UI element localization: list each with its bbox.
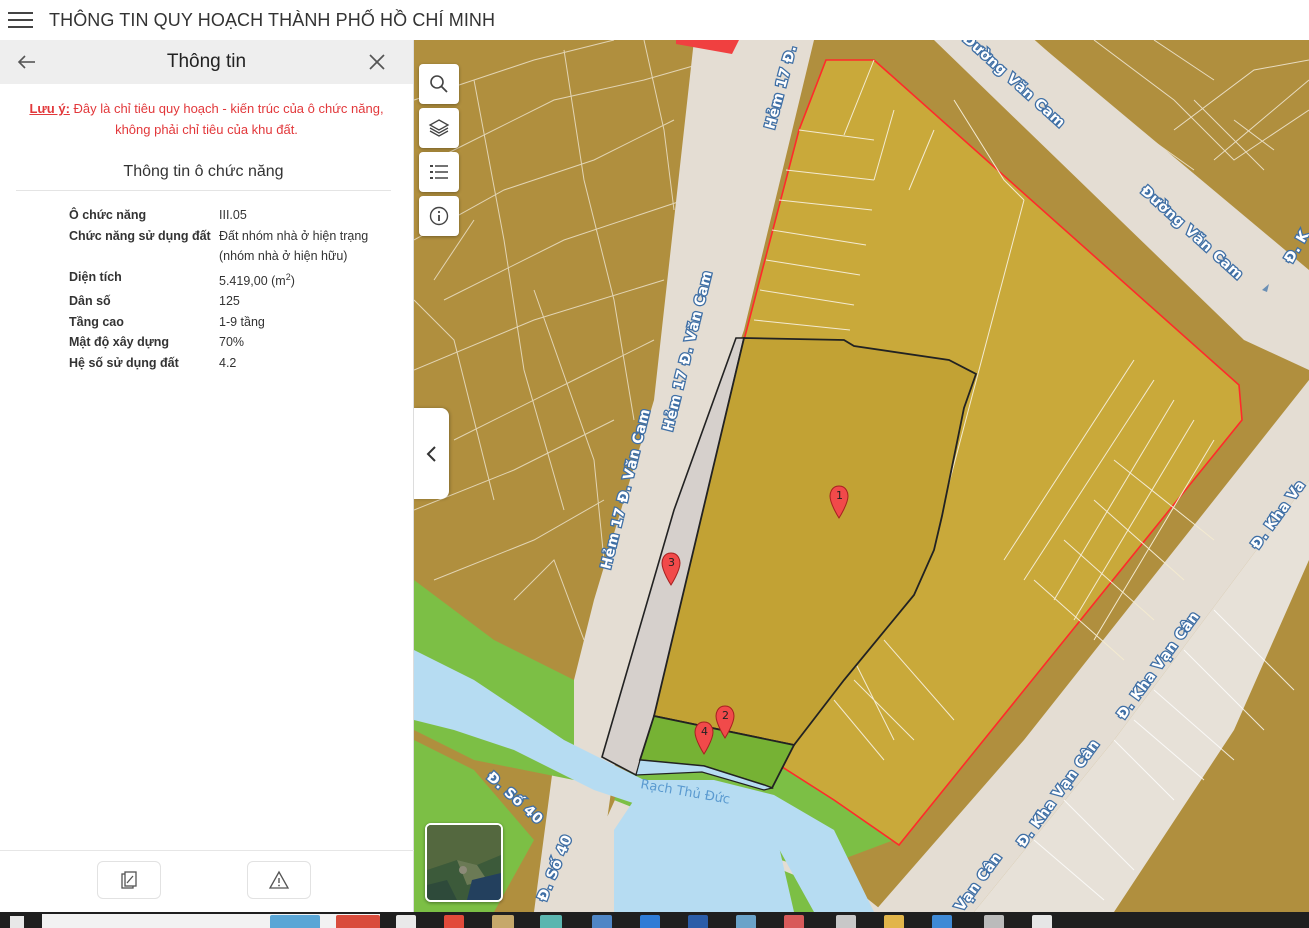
- row-value: 70%: [219, 335, 245, 350]
- taskbar-app-icon[interactable]: [444, 915, 464, 928]
- info-button[interactable]: [419, 196, 459, 236]
- row-value: 125: [219, 294, 240, 309]
- list-icon: [430, 165, 448, 179]
- panel-footer: [0, 850, 414, 912]
- taskbar-app-icon[interactable]: [688, 915, 708, 928]
- windows-start-icon[interactable]: [10, 916, 24, 928]
- taskbar-app-icon[interactable]: [836, 915, 856, 928]
- table-row: Diện tích 5.419,00 (m2): [0, 267, 413, 292]
- info-icon: [429, 206, 449, 226]
- taskbar-app-icon[interactable]: [1032, 915, 1052, 928]
- app-title: THÔNG TIN QUY HOẠCH THÀNH PHỐ HỒ CHÍ MIN…: [49, 9, 496, 30]
- row-label: Hệ số sử dụng đất: [69, 355, 179, 370]
- taskbar-app-icon[interactable]: [592, 915, 612, 928]
- taskbar-search-box[interactable]: [42, 914, 380, 928]
- layers-button[interactable]: [419, 108, 459, 148]
- map-view[interactable]: Hẻm 17 Đ. V Hẻm 17 Đ. Văn Cam Hẻm 17 Đ. …: [414, 40, 1309, 912]
- document-edit-icon: [121, 871, 137, 889]
- taskbar-app-icon[interactable]: [736, 915, 756, 928]
- taskbar-app-icon[interactable]: [396, 915, 416, 928]
- legend-button[interactable]: [419, 152, 459, 192]
- note-label: Lưu ý:: [29, 101, 70, 116]
- panel-header: Thông tin: [0, 40, 413, 84]
- search-button[interactable]: [419, 64, 459, 104]
- marker-4-label: 4: [701, 725, 708, 738]
- map-toolbar: [419, 64, 459, 236]
- row-value: 5.419,00 (m2): [219, 267, 389, 292]
- planning-note: Lưu ý: Đây là chỉ tiêu quy hoạch - kiến …: [0, 98, 413, 140]
- document-button[interactable]: [97, 861, 161, 899]
- menu-icon[interactable]: [0, 0, 40, 40]
- taskbar-app-icon[interactable]: [540, 915, 562, 928]
- table-row: Mật độ xây dựng 70%: [0, 332, 413, 353]
- collapse-panel-button[interactable]: [414, 408, 449, 499]
- row-value: 1-9 tầng: [219, 314, 265, 329]
- taskbar-app-icon[interactable]: [640, 915, 660, 928]
- info-table: Ô chức năng III.05 Chức năng sử dụng đất…: [0, 205, 413, 373]
- taskbar-app-icon[interactable]: [336, 915, 380, 928]
- marker-2-label: 2: [722, 709, 729, 722]
- area-value: 5.419,00 (m: [219, 273, 286, 288]
- map-canvas[interactable]: Hẻm 17 Đ. V Hẻm 17 Đ. Văn Cam Hẻm 17 Đ. …: [414, 40, 1309, 912]
- satellite-thumbnail: [427, 825, 501, 900]
- search-icon: [430, 75, 448, 93]
- row-label: Ô chức năng: [69, 208, 147, 222]
- section-title: Thông tin ô chức năng: [16, 163, 391, 191]
- table-row: Chức năng sử dụng đất Đất nhóm nhà ở hiệ…: [0, 226, 413, 267]
- row-label: Diện tích: [69, 269, 122, 284]
- row-value: III.05: [219, 208, 247, 222]
- row-value: Đất nhóm nhà ở hiện trạng (nhóm nhà ở hi…: [219, 228, 369, 264]
- chevron-left-icon: [426, 445, 436, 462]
- taskbar-app-icon[interactable]: [784, 915, 804, 928]
- back-arrow-icon[interactable]: [14, 50, 40, 74]
- panel-title: Thông tin: [166, 51, 247, 72]
- row-label: Mật độ xây dựng: [69, 335, 170, 350]
- table-row: Tầng cao 1-9 tầng: [0, 312, 413, 333]
- taskbar-app-icon[interactable]: [492, 915, 514, 928]
- table-row: Ô chức năng III.05: [0, 205, 413, 226]
- row-value: 4.2: [219, 355, 237, 370]
- layers-icon: [428, 119, 450, 137]
- row-label: Chức năng sử dụng đất: [69, 228, 211, 243]
- row-label: Tầng cao: [69, 314, 124, 329]
- area-suffix: ): [290, 273, 295, 288]
- taskbar-app-icon[interactable]: [270, 915, 320, 928]
- taskbar-app-icon[interactable]: [984, 915, 1004, 928]
- taskbar-app-icon[interactable]: [932, 915, 952, 928]
- row-label: Dân số: [69, 294, 111, 309]
- close-icon[interactable]: [365, 50, 389, 74]
- app-header: THÔNG TIN QUY HOẠCH THÀNH PHỐ HỒ CHÍ MIN…: [0, 0, 1309, 40]
- info-panel: Thông tin Lưu ý: Đây là chỉ tiêu quy hoạ…: [0, 40, 414, 912]
- table-row: Dân số 125: [0, 291, 413, 312]
- satellite-minimap-button[interactable]: [425, 823, 503, 902]
- taskbar-app-icon[interactable]: [884, 915, 904, 928]
- note-text-2: không phải chỉ tiêu của khu đất.: [115, 122, 298, 137]
- warning-icon: [268, 870, 290, 889]
- report-button[interactable]: [247, 861, 311, 899]
- os-taskbar: [0, 912, 1309, 928]
- marker-1-label: 1: [836, 489, 843, 502]
- marker-3-label: 3: [668, 556, 675, 569]
- table-row: Hệ số sử dụng đất 4.2: [0, 353, 413, 374]
- note-text: Đây là chỉ tiêu quy hoạch - kiến trúc củ…: [69, 101, 384, 116]
